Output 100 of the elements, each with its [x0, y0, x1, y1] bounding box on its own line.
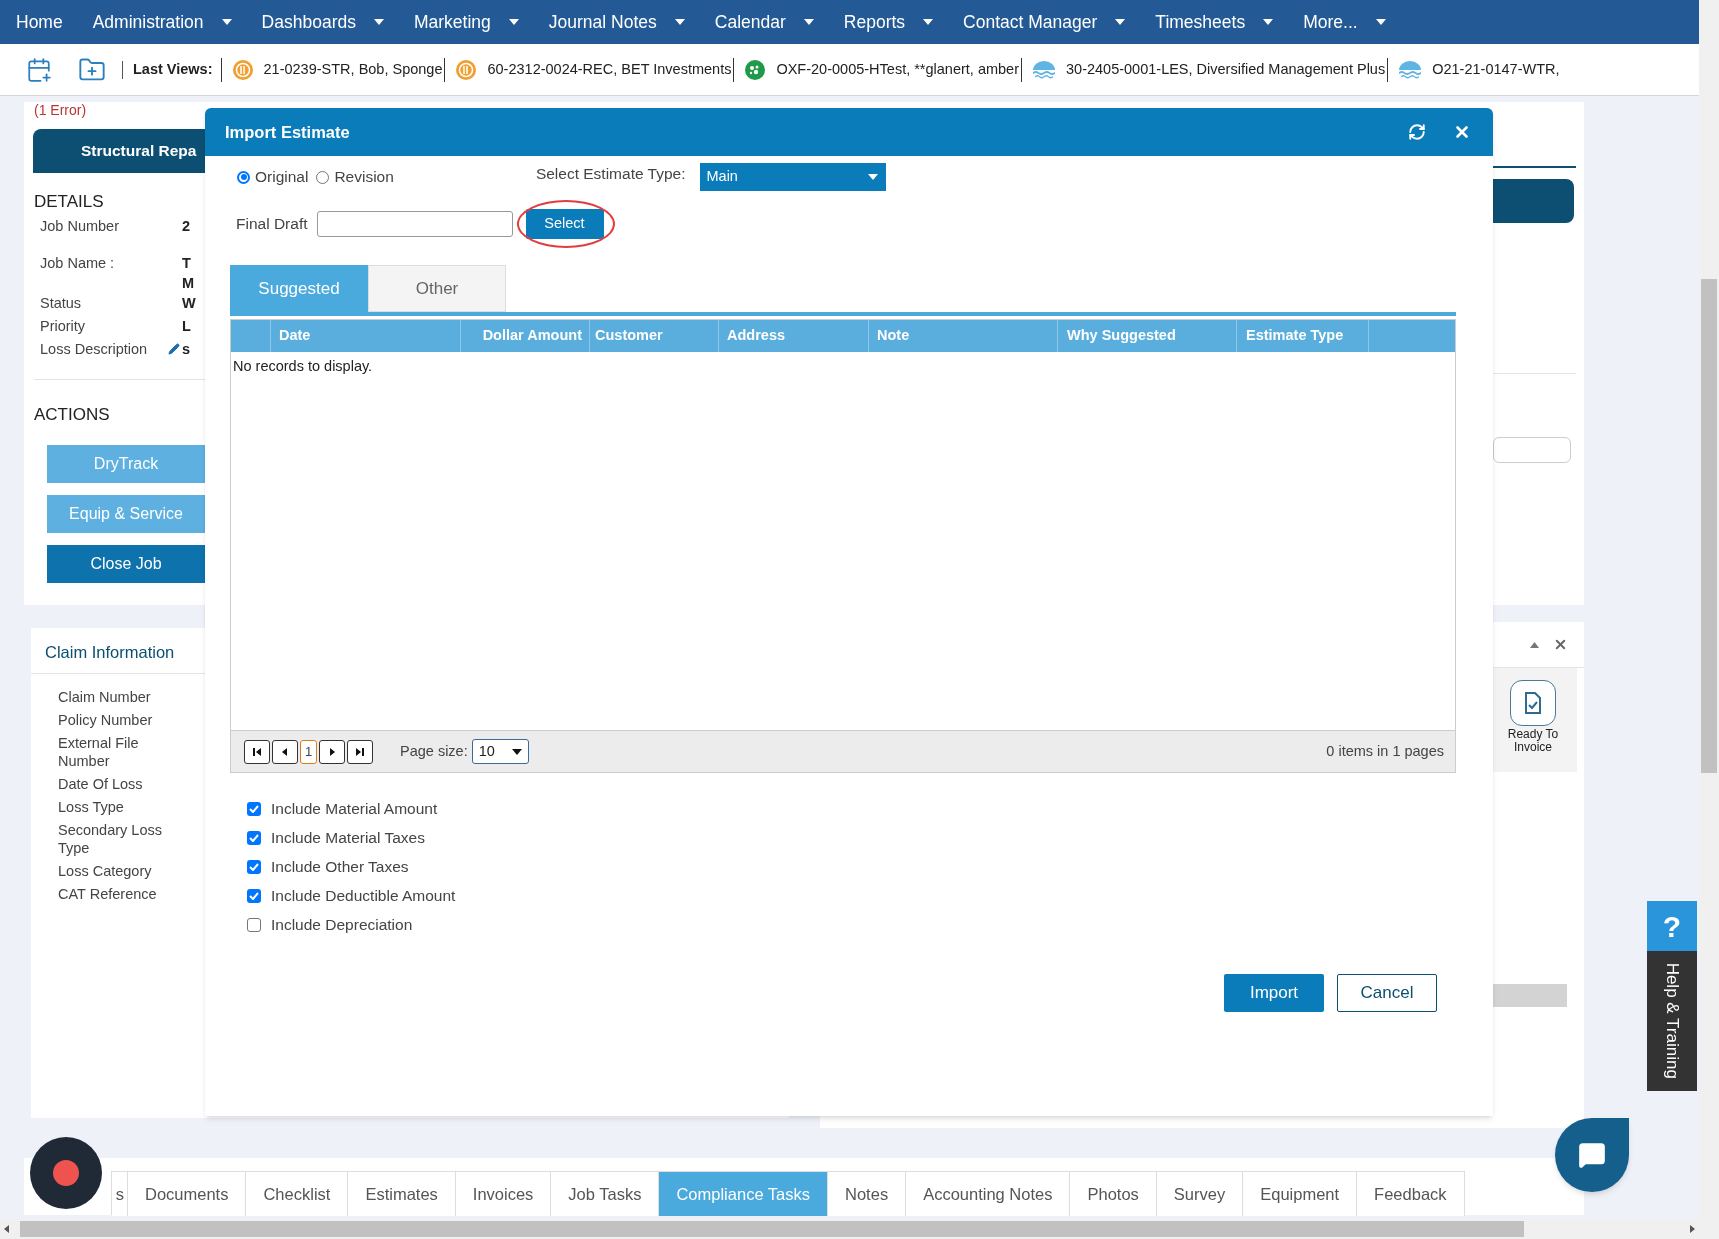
close-icon[interactable] [1553, 637, 1568, 652]
field-value: M [182, 273, 195, 292]
dialog-tab[interactable]: Other [368, 265, 506, 312]
field-label: Job Name : [40, 253, 116, 273]
first-page-icon [252, 746, 262, 757]
field-label: Claim Number [58, 687, 152, 706]
bottom-tab[interactable]: Job Tasks [551, 1172, 660, 1216]
option-checkbox-row[interactable]: Include Material Amount [247, 799, 1493, 818]
estimate-type-dropdown[interactable]: Main [699, 163, 886, 191]
field-label: Policy Number [58, 710, 154, 729]
cancel-button[interactable]: Cancel [1337, 974, 1437, 1012]
recent-job-link[interactable]: 21-0239-STR, Bob, Sponge [263, 58, 443, 81]
estimate-type-label: Select Estimate Type: [535, 164, 686, 185]
nav-menu-item[interactable]: Calendar [714, 8, 814, 36]
radio-option[interactable]: Original [237, 165, 309, 189]
bottom-tab[interactable]: Notes [828, 1172, 907, 1216]
last-page-icon [355, 746, 365, 757]
option-checkbox-row[interactable]: Include Deductible Amount [247, 886, 1493, 905]
section-heading: DETAILS [34, 191, 105, 213]
previous-page-button[interactable] [272, 739, 298, 764]
previous-page-icon [280, 746, 290, 757]
page-number-button[interactable]: 1 [300, 739, 317, 764]
help-training-tab[interactable]: Help & Training [1647, 951, 1697, 1091]
bottom-tab[interactable]: Feedback [1357, 1172, 1465, 1216]
recent-job-link[interactable]: O21-21-0147-WTR, [1432, 58, 1560, 81]
recent-job-link[interactable]: OXF-20-0005-HTest, **glanert, amber [776, 58, 1019, 81]
page-size-dropdown[interactable]: 10 [471, 739, 529, 764]
final-draft-label: Final Draft [236, 214, 308, 235]
field-value: s [182, 339, 191, 358]
nav-menu-item[interactable]: Home [16, 8, 63, 36]
field-value: 2 [182, 216, 191, 235]
dialog-title: Import Estimate [225, 121, 351, 143]
next-page-button[interactable] [319, 739, 345, 764]
bottom-tab[interactable]: Accounting Notes [906, 1172, 1071, 1216]
radio-option[interactable]: Revision [316, 165, 394, 189]
field-label: Status [40, 293, 83, 313]
bottom-tab[interactable]: Photos [1070, 1172, 1157, 1216]
bottom-tab[interactable]: Survey [1156, 1172, 1244, 1216]
nav-menu-item[interactable]: Journal Notes [548, 8, 685, 36]
first-page-button[interactable] [244, 739, 270, 764]
nav-menu-item[interactable]: Administration [92, 8, 232, 36]
caret-icon [867, 174, 878, 180]
option-checkbox-row[interactable]: Include Material Taxes [247, 828, 1493, 847]
nav-menu-item[interactable]: Timesheets [1155, 8, 1274, 36]
refresh-icon[interactable] [1408, 123, 1426, 141]
widget-label[interactable]: Ready To Invoice [1503, 728, 1563, 754]
empty-message: No records to display. [232, 357, 374, 376]
field-label: Loss Description [40, 339, 149, 359]
bottom-tab[interactable]: Equipment [1243, 1172, 1358, 1216]
page-plus-icon[interactable] [26, 56, 52, 83]
checkbox[interactable] [247, 917, 261, 932]
water-icon [1032, 59, 1056, 80]
last-views-label: Last Views: [133, 59, 213, 79]
horizontal-scrollbar-thumb[interactable] [20, 1221, 1524, 1237]
edit-icon[interactable] [168, 342, 180, 355]
final-draft-input[interactable] [316, 211, 513, 237]
caret-icon [221, 19, 232, 25]
nav-menu-item[interactable]: Marketing [413, 8, 519, 36]
spots-icon [744, 58, 767, 81]
checkbox[interactable] [247, 801, 261, 816]
close-icon[interactable] [1453, 123, 1471, 141]
bottom-tab[interactable]: Estimates [348, 1172, 456, 1216]
document-check-icon[interactable] [1510, 680, 1556, 726]
coin-icon [231, 58, 254, 81]
vertical-scrollbar-thumb[interactable] [1701, 279, 1717, 773]
field-label: CAT Reference [58, 884, 158, 903]
collapse-icon[interactable] [1530, 641, 1539, 648]
pager-info: 0 items in 1 pages [1326, 741, 1444, 761]
option-checkbox-row[interactable]: Include Other Taxes [247, 857, 1493, 876]
bottom-tab[interactable]: Invoices [455, 1172, 552, 1216]
action-button[interactable]: Close Job [47, 545, 205, 583]
caret-icon [1115, 19, 1126, 25]
nav-menu-item[interactable]: Reports [843, 8, 934, 36]
field-value: T [182, 253, 192, 272]
coin-icon [455, 58, 478, 81]
nav-menu-item[interactable]: More... [1303, 8, 1386, 36]
water-icon [1398, 59, 1423, 80]
next-page-icon [327, 746, 337, 757]
checkbox[interactable] [247, 888, 261, 903]
field-label: External File Number [58, 733, 140, 770]
section-heading: ACTIONS [34, 403, 111, 426]
checkbox[interactable] [247, 859, 261, 874]
checkbox[interactable] [247, 830, 261, 845]
field-value: W [182, 293, 196, 312]
nav-menu-item[interactable]: Dashboards [261, 8, 384, 36]
recent-job-link[interactable]: 60-2312-0024-REC, BET Investments [487, 58, 732, 81]
last-page-button[interactable] [347, 739, 373, 764]
bottom-tab[interactable]: Checklist [246, 1172, 349, 1216]
recent-job-link[interactable]: 30-2405-0001-LES, Diversified Management Plus [1066, 58, 1386, 81]
caret-icon [923, 19, 934, 25]
caret-icon [508, 19, 519, 25]
nav-menu-item[interactable]: Contact Manager [963, 8, 1126, 36]
bottom-tab[interactable]: Documents [128, 1172, 247, 1216]
import-button[interactable]: Import [1224, 974, 1324, 1012]
field-label: Date Of Loss [58, 774, 144, 793]
job-title-header: Structural Repa [33, 129, 205, 173]
bottom-tab[interactable]: s [112, 1172, 128, 1216]
input-field[interactable] [1493, 437, 1571, 463]
option-checkbox-row[interactable]: Include Depreciation [247, 915, 1493, 934]
select-button[interactable]: Select [525, 209, 604, 239]
